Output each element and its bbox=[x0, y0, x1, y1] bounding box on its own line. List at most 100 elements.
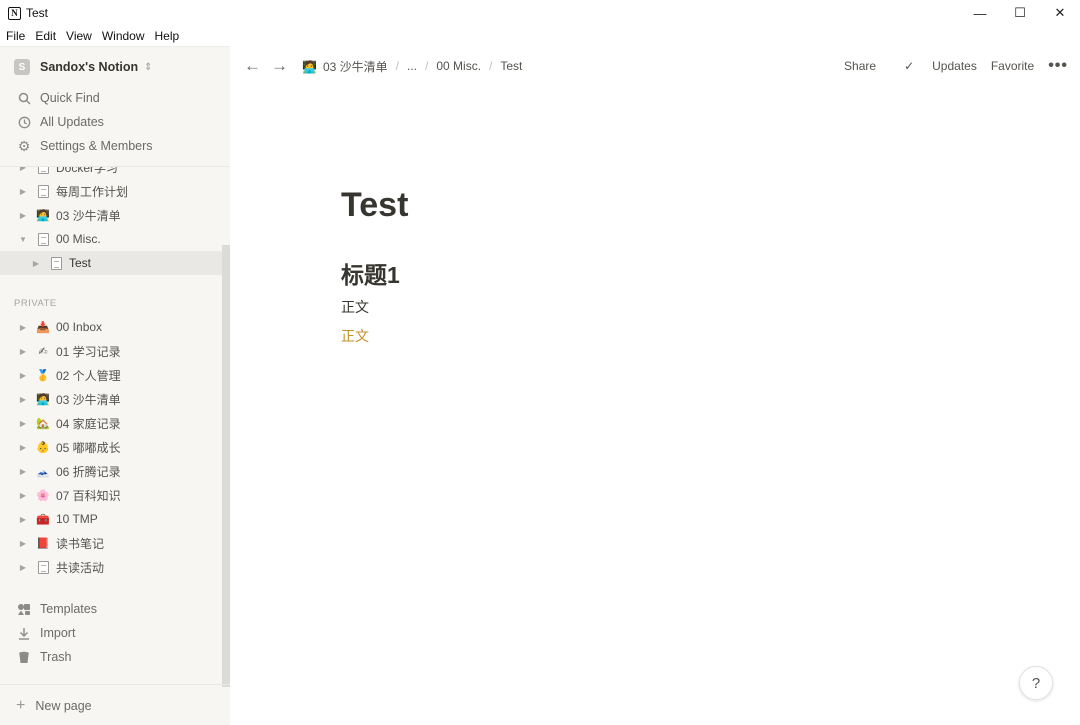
notion-logo-icon: N bbox=[8, 6, 21, 20]
share-button[interactable]: Share bbox=[844, 59, 876, 73]
templates-button[interactable]: Templates bbox=[16, 599, 97, 619]
workspace-icon: S bbox=[14, 59, 30, 75]
more-options-icon[interactable]: ••• bbox=[1048, 57, 1068, 75]
all-updates-button[interactable]: All Updates bbox=[16, 112, 104, 132]
expand-triangle-icon[interactable]: ▶ bbox=[18, 419, 28, 428]
close-button[interactable]: ✕ bbox=[1040, 0, 1080, 26]
menu-edit[interactable]: Edit bbox=[35, 29, 56, 43]
sidebar-page-inbox[interactable]: ▶ 📥 00 Inbox bbox=[0, 315, 222, 339]
sidebar-page-label: 07 百科知识 bbox=[56, 488, 121, 503]
menu-help[interactable]: Help bbox=[155, 29, 180, 43]
window-controls: — ☐ ✕ bbox=[960, 0, 1080, 26]
expand-triangle-icon[interactable]: ▶ bbox=[18, 347, 28, 356]
breadcrumb-separator: / bbox=[425, 59, 429, 73]
sidebar-page-label: 04 家庭记录 bbox=[56, 416, 121, 431]
import-button[interactable]: Import bbox=[16, 623, 75, 643]
expand-triangle-icon[interactable]: ▶ bbox=[31, 259, 41, 268]
sidebar-scrollbar[interactable] bbox=[222, 245, 230, 687]
sidebar-page-shaniu[interactable]: ▶ 🧑‍💻 03 沙牛清单 bbox=[0, 387, 222, 411]
book-emoji-icon: 📕 bbox=[36, 537, 50, 550]
clock-icon bbox=[16, 114, 32, 130]
quick-find-button[interactable]: Quick Find bbox=[16, 88, 100, 108]
workspace-name: Sandox's Notion bbox=[40, 60, 139, 74]
sidebar-page-label: 00 Misc. bbox=[56, 232, 101, 246]
text-block[interactable]: 正文 bbox=[341, 297, 369, 317]
breadcrumb-item[interactable]: 00 Misc. bbox=[436, 59, 481, 73]
baby-emoji-icon: 👶 bbox=[36, 441, 50, 454]
settings-members-button[interactable]: ⚙ Settings & Members bbox=[16, 136, 153, 156]
sidebar-page-tmp[interactable]: ▶ 🧰 10 TMP bbox=[0, 507, 222, 531]
private-section-label: PRIVATE bbox=[14, 298, 57, 309]
help-button[interactable]: ? bbox=[1019, 666, 1053, 700]
sidebar: S Sandox's Notion ⇕ Quick Find All Updat… bbox=[0, 46, 230, 725]
collapse-triangle-icon[interactable]: ▼ bbox=[18, 235, 28, 244]
person-emoji-icon: 🧑‍💻 bbox=[36, 393, 50, 406]
expand-triangle-icon[interactable]: ▶ bbox=[18, 539, 28, 548]
expand-triangle-icon[interactable]: ▶ bbox=[18, 395, 28, 404]
sidebar-page-label: Docker学习 bbox=[56, 167, 119, 175]
expand-triangle-icon[interactable]: ▶ bbox=[18, 371, 28, 380]
colored-text-block[interactable]: 正文 bbox=[341, 326, 369, 346]
doc-icon bbox=[36, 184, 50, 198]
updates-label: Updates bbox=[932, 59, 977, 73]
window-title: Test bbox=[26, 6, 49, 20]
medal-emoji-icon: 🥇 bbox=[36, 369, 50, 382]
updates-button[interactable]: ✓ Updates bbox=[890, 59, 977, 73]
expand-triangle-icon[interactable]: ▶ bbox=[18, 211, 28, 220]
sidebar-page-family[interactable]: ▶ 🏡 04 家庭记录 bbox=[0, 411, 222, 435]
sidebar-page-docker[interactable]: ▶ Docker学习 bbox=[0, 167, 222, 179]
gear-icon: ⚙ bbox=[17, 137, 31, 154]
expand-triangle-icon[interactable]: ▶ bbox=[18, 323, 28, 332]
back-arrow-icon[interactable]: ← bbox=[244, 56, 261, 76]
expand-triangle-icon[interactable]: ▶ bbox=[18, 515, 28, 524]
sidebar-page-tinker[interactable]: ▶ 🗻 06 折腾记录 bbox=[0, 459, 222, 483]
expand-triangle-icon[interactable]: ▶ bbox=[18, 467, 28, 476]
breadcrumb-item[interactable]: ... bbox=[407, 59, 417, 73]
minimize-button[interactable]: — bbox=[960, 0, 1000, 26]
sidebar-page-label: 05 嘟嘟成长 bbox=[56, 440, 121, 455]
new-page-button[interactable]: + New page bbox=[0, 684, 230, 725]
doc-icon bbox=[36, 232, 50, 246]
sidebar-page-label: 每周工作计划 bbox=[56, 184, 129, 199]
templates-label: Templates bbox=[40, 602, 97, 616]
expand-triangle-icon[interactable]: ▶ bbox=[18, 563, 28, 572]
trash-button[interactable]: Trash bbox=[16, 647, 72, 667]
menu-window[interactable]: Window bbox=[102, 29, 145, 43]
import-icon bbox=[16, 625, 32, 641]
menu-file[interactable]: File bbox=[6, 29, 25, 43]
import-label: Import bbox=[40, 626, 76, 640]
workspace-switcher[interactable]: S Sandox's Notion ⇕ bbox=[14, 57, 153, 77]
writing-emoji-icon: ✍ bbox=[38, 345, 48, 358]
forward-arrow-icon[interactable]: → bbox=[271, 56, 288, 76]
expand-triangle-icon[interactable]: ▶ bbox=[18, 187, 28, 196]
menu-view[interactable]: View bbox=[66, 29, 92, 43]
inbox-emoji-icon: 📥 bbox=[36, 321, 50, 334]
sidebar-page-shaniu-list[interactable]: ▶ 🧑‍💻 03 沙牛清单 bbox=[0, 203, 222, 227]
doc-icon bbox=[36, 560, 50, 574]
sidebar-page-label: 00 Inbox bbox=[56, 320, 103, 334]
sidebar-page-test[interactable]: ▶ Test bbox=[0, 251, 222, 275]
sidebar-page-study[interactable]: ▶ ✍ 01 学习记录 bbox=[0, 339, 222, 363]
toolbox-emoji-icon: 🧰 bbox=[36, 513, 50, 526]
favorite-button[interactable]: Favorite bbox=[991, 59, 1034, 73]
sidebar-page-misc[interactable]: ▼ 00 Misc. bbox=[0, 227, 222, 251]
menu-bar: File Edit View Window Help bbox=[0, 26, 1080, 46]
top-bar: ← → 🧑‍💻 03 沙牛清单 / ... / 00 Misc. / Test S… bbox=[230, 46, 1080, 86]
expand-triangle-icon[interactable]: ▶ bbox=[18, 167, 28, 172]
sidebar-page-wiki[interactable]: ▶ 🌸 07 百科知识 bbox=[0, 483, 222, 507]
mountain-emoji-icon: 🗻 bbox=[36, 465, 50, 478]
sidebar-page-reading-together[interactable]: ▶ 共读活动 bbox=[0, 555, 222, 579]
sidebar-page-personal[interactable]: ▶ 🥇 02 个人管理 bbox=[0, 363, 222, 387]
breadcrumb-item[interactable]: Test bbox=[500, 59, 522, 73]
sidebar-page-reading-notes[interactable]: ▶ 📕 读书笔记 bbox=[0, 531, 222, 555]
page-title[interactable]: Test bbox=[341, 186, 408, 225]
expand-triangle-icon[interactable]: ▶ bbox=[18, 491, 28, 500]
search-icon bbox=[16, 90, 32, 106]
breadcrumb-label: 03 沙牛清单 bbox=[322, 59, 388, 74]
breadcrumb-item[interactable]: 🧑‍💻 03 沙牛清单 bbox=[302, 58, 388, 75]
sidebar-page-weekly-plan[interactable]: ▶ 每周工作计划 bbox=[0, 179, 222, 203]
expand-triangle-icon[interactable]: ▶ bbox=[18, 443, 28, 452]
heading-1-block[interactable]: 标题1 bbox=[341, 256, 400, 290]
maximize-button[interactable]: ☐ bbox=[1000, 0, 1040, 26]
sidebar-page-dudu[interactable]: ▶ 👶 05 嘟嘟成长 bbox=[0, 435, 222, 459]
